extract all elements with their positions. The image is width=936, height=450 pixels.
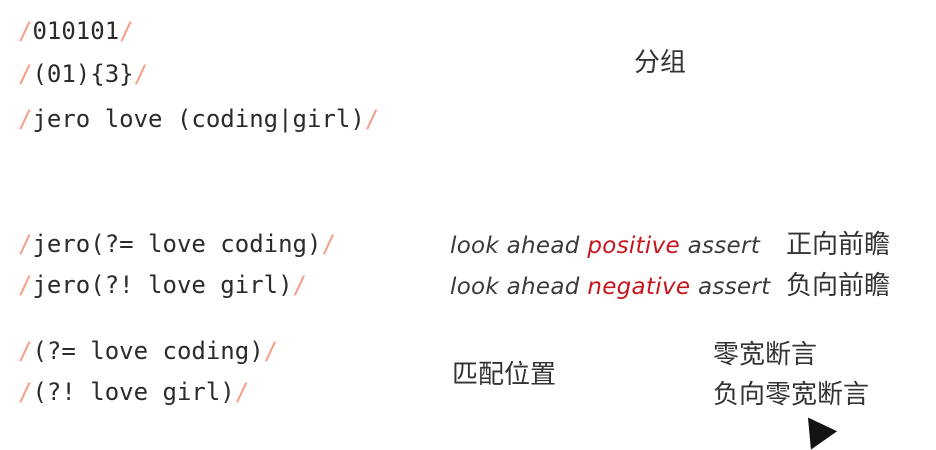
desc-suffix: assert xyxy=(697,274,771,300)
delimiter: / xyxy=(18,271,33,299)
regex-line-zero-width-negative: /(?! love girl)/ xyxy=(18,378,249,406)
delimiter: / xyxy=(18,60,33,88)
negative-zero-width-assert-note: 负向零宽断言 xyxy=(713,380,870,410)
delimiter: / xyxy=(234,378,250,406)
regex-text: 010101 xyxy=(32,17,120,45)
pointer-cursor-icon xyxy=(794,408,838,450)
positive-lookahead-cn: 正向前瞻 xyxy=(786,230,891,260)
group-label: 分组 xyxy=(634,48,687,78)
desc-suffix: assert xyxy=(687,233,761,259)
regex-line-repeat: /(01){3}/ xyxy=(18,60,148,88)
regex-text: jero love (coding|girl) xyxy=(32,105,365,133)
desc-prefix: look ahead xyxy=(450,274,580,300)
delimiter: / xyxy=(292,271,307,299)
delimiter: / xyxy=(321,230,336,258)
positive-assert-description: look ahead positive assert xyxy=(450,232,760,260)
delimiter: / xyxy=(263,337,279,365)
delimiter: / xyxy=(119,17,134,45)
regex-text: (01){3} xyxy=(32,60,134,88)
regex-text: (?= love coding) xyxy=(32,337,264,365)
desc-highlight: positive xyxy=(587,233,680,259)
regex-text: jero(?= love coding) xyxy=(32,230,322,258)
delimiter: / xyxy=(18,17,33,45)
desc-highlight: negative xyxy=(587,274,691,300)
delimiter: / xyxy=(18,337,33,365)
delimiter: / xyxy=(18,105,33,133)
negative-assert-description: look ahead negative assert xyxy=(450,273,770,301)
match-position-label: 匹配位置 xyxy=(452,360,557,390)
regex-line-negative-lookahead: /jero(?! love girl)/ xyxy=(18,271,307,299)
regex-line-zero-width-positive: /(?= love coding)/ xyxy=(18,337,278,365)
delimiter: / xyxy=(18,378,33,406)
regex-line-alternation: /jero love (coding|girl)/ xyxy=(18,105,379,133)
negative-lookahead-cn: 负向前瞻 xyxy=(786,271,891,301)
delimiter: / xyxy=(18,230,33,258)
desc-prefix: look ahead xyxy=(450,233,580,259)
delimiter: / xyxy=(133,60,149,88)
regex-line-positive-lookahead: /jero(?= love coding)/ xyxy=(18,230,336,258)
delimiter: / xyxy=(364,105,380,133)
regex-line-binary: /010101/ xyxy=(18,17,134,45)
regex-text: jero(?! love girl) xyxy=(32,271,293,299)
zero-width-assert-note: 零宽断言 xyxy=(713,340,818,370)
regex-text: (?! love girl) xyxy=(32,378,235,406)
